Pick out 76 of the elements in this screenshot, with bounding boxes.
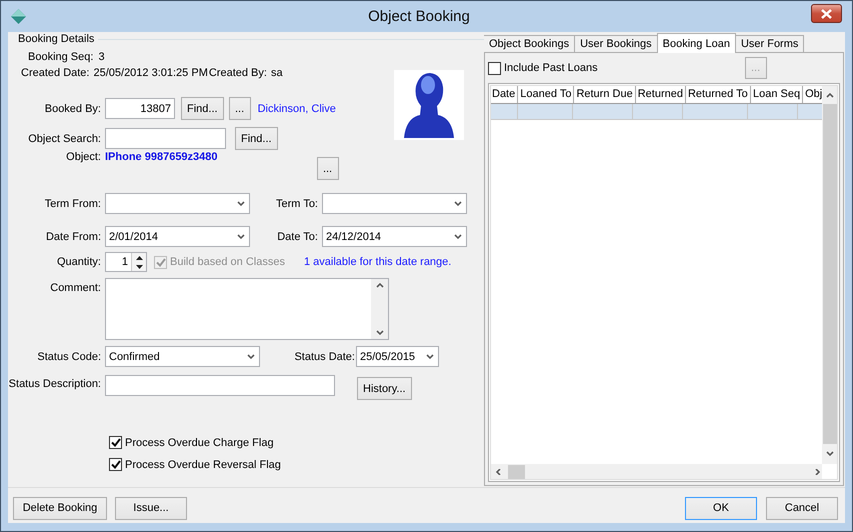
chevron-down-icon[interactable] (826, 451, 834, 457)
delete-booking-button[interactable]: Delete Booking (13, 496, 107, 520)
object-label: Object: (65, 151, 102, 163)
scroll-thumb[interactable] (508, 465, 525, 479)
column-header[interactable]: Date (490, 85, 518, 103)
scroll-thumb[interactable] (823, 104, 837, 444)
overdue-flag-label: Process Overdue Charge Flag (125, 436, 274, 448)
date-to-label: Date To: (276, 230, 319, 242)
horizontal-scrollbar[interactable] (490, 464, 822, 480)
object-search-field[interactable] (105, 128, 226, 149)
date-from-dropdown[interactable]: 2/01/2014 (105, 226, 250, 247)
chevron-right-icon[interactable] (814, 469, 822, 475)
chevron-down-icon[interactable] (426, 354, 434, 360)
more-button[interactable]: ... (228, 97, 251, 120)
status-date-dropdown[interactable]: 25/05/2015 (356, 346, 439, 367)
booked-by-field[interactable]: 13807 (105, 98, 175, 119)
tab[interactable]: User Forms (734, 35, 804, 53)
created-by-label: Created By: (208, 67, 267, 79)
find-button[interactable]: Find... (181, 97, 224, 120)
status-description-label: Status Description: (8, 377, 102, 390)
chevron-down-icon[interactable] (237, 200, 245, 206)
chevron-down-icon[interactable] (454, 200, 462, 206)
include-past-loans-checkbox[interactable] (488, 62, 501, 74)
booking-seq-value: 3 (98, 51, 105, 63)
vertical-scrollbar[interactable] (822, 85, 838, 464)
object-value: IPhone 9987659z3480 (105, 151, 218, 163)
comment-field[interactable] (105, 278, 389, 340)
status-description-field[interactable] (105, 375, 335, 396)
include-past-loans-label: Include Past Loans (504, 62, 598, 74)
created-date-label: Created Date: (21, 67, 90, 79)
quantity-label: Quantity: (56, 256, 102, 268)
dialog-button[interactable]: OK (685, 496, 757, 520)
chevron-left-icon[interactable] (494, 469, 502, 475)
term-to-label: Term To: (275, 198, 319, 210)
chevron-down-icon[interactable] (237, 234, 245, 240)
object-search-label: Object Search: (27, 132, 102, 144)
date-to-dropdown[interactable]: 24/12/2014 (322, 226, 467, 247)
close-button[interactable] (811, 4, 842, 23)
booking-seq-label: Booking Seq: (28, 51, 94, 63)
column-header[interactable]: Return Due (574, 85, 636, 103)
date-from-label: Date From: (44, 230, 102, 242)
booked-by-label: Booked By: (44, 102, 102, 114)
history-button[interactable]: History... (357, 377, 412, 400)
overdue-flag-checkbox[interactable] (109, 436, 122, 449)
availability-text: 1 available for this date range. (304, 256, 452, 268)
dialog-button[interactable]: Cancel (766, 496, 838, 520)
chevron-up-icon[interactable] (376, 282, 384, 288)
more-button[interactable]: ... (316, 157, 339, 180)
booked-by-name: Dickinson, Clive (258, 102, 336, 114)
overdue-flag-checkbox[interactable] (109, 458, 122, 471)
app-diamond-icon (10, 8, 27, 25)
avatar-icon (394, 70, 464, 140)
chevron-down-icon[interactable] (247, 354, 255, 360)
created-date-value: 25/05/2012 3:01:25 PM (93, 67, 208, 79)
overdue-flag-label: Process Overdue Reversal Flag (125, 458, 281, 470)
status-code-label: Status Code: (36, 350, 102, 362)
quantity-spinner[interactable]: 1 (105, 252, 147, 272)
term-from-label: Term From: (44, 198, 102, 210)
status-code-dropdown[interactable]: Confirmed (105, 346, 260, 367)
status-date-label: Status Date: (293, 350, 356, 362)
column-header[interactable]: Returned (636, 85, 686, 103)
tab[interactable]: Booking Loan (656, 33, 736, 53)
chevron-up-icon[interactable] (826, 92, 834, 98)
created-by-value: sa (270, 67, 283, 79)
close-icon[interactable] (820, 8, 833, 18)
group-title: Booking Details (17, 33, 96, 45)
column-header[interactable]: Loaned To (518, 85, 574, 103)
build-classes-label: Build based on Classes (170, 256, 285, 268)
chevron-down-icon[interactable] (454, 234, 462, 240)
column-header[interactable]: Returned To (686, 85, 751, 103)
issue-button[interactable]: Issue... (115, 496, 187, 520)
comment-label: Comment: (49, 281, 102, 294)
chevron-down-icon[interactable] (376, 330, 384, 336)
window-title: Object Booking (367, 8, 471, 25)
column-header[interactable]: Loan Seq (750, 85, 804, 103)
find-button[interactable]: Find... (235, 127, 278, 150)
